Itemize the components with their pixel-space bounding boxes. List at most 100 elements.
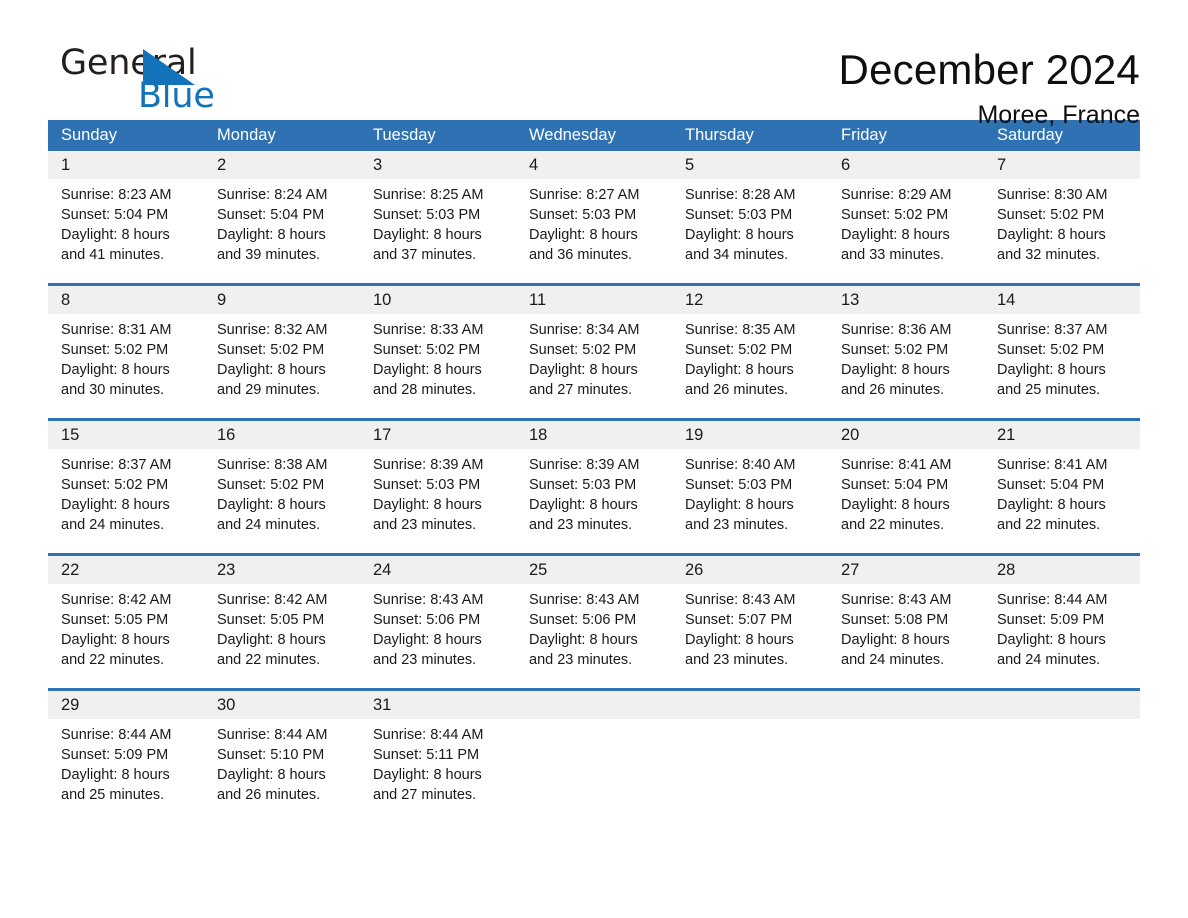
sunrise-text: Sunrise: 8:24 AM [217,187,328,203]
sunrise-text: Sunrise: 8:28 AM [685,187,796,203]
daylight-text-line1: Daylight: 8 hours [61,497,170,513]
day-details: Sunrise: 8:31 AM Sunset: 5:02 PM Daylight:… [48,314,204,400]
calendar-week-row: 15 Sunrise: 8:37 AM Sunset: 5:02 PM Dayligh… [48,418,1140,542]
day-number: 14 [984,286,1140,314]
daylight-text-line2: and 23 minutes. [373,652,477,668]
sunrise-text: Sunrise: 8:32 AM [217,322,328,338]
weekday-header-sunday: Sunday [61,126,117,144]
calendar-week-row: 8 Sunrise: 8:31 AM Sunset: 5:02 PM Daylight… [48,283,1140,407]
calendar-week-row: 29 Sunrise: 8:44 AM Sunset: 5:09 PM Dayligh… [48,688,1140,812]
daylight-text-line2: and 30 minutes. [61,382,165,398]
calendar-day-cell[interactable]: 13 Sunrise: 8:36 AM Sunset: 5:02 PM Dayligh… [828,286,984,407]
sunset-text: Sunset: 5:05 PM [61,612,169,628]
day-number: 4 [516,151,672,179]
calendar-day-cell[interactable]: 21 Sunrise: 8:41 AM Sunset: 5:04 PM Dayligh… [984,421,1140,542]
day-number: 11 [516,286,672,314]
calendar-day-cell[interactable]: 15 Sunrise: 8:37 AM Sunset: 5:02 PM Dayligh… [48,421,204,542]
sunrise-text: Sunrise: 8:43 AM [841,592,952,608]
calendar-day-cell[interactable]: 24 Sunrise: 8:43 AM Sunset: 5:06 PM Dayligh… [360,556,516,677]
daylight-text-line1: Daylight: 8 hours [61,362,170,378]
sunrise-text: Sunrise: 8:23 AM [61,187,172,203]
daylight-text-line1: Daylight: 8 hours [217,767,326,783]
sunrise-text: Sunrise: 8:38 AM [217,457,328,473]
day-number: 25 [516,556,672,584]
calendar-day-cell[interactable]: 12 Sunrise: 8:35 AM Sunset: 5:02 PM Dayligh… [672,286,828,407]
weekday-header-monday: Monday [217,126,276,144]
calendar-day-cell[interactable]: 19 Sunrise: 8:40 AM Sunset: 5:03 PM Dayligh… [672,421,828,542]
calendar-day-cell[interactable]: 29 Sunrise: 8:44 AM Sunset: 5:09 PM Dayligh… [48,691,204,812]
calendar-day-cell[interactable]: 9 Sunrise: 8:32 AM Sunset: 5:02 PM Daylight… [204,286,360,407]
sunset-text: Sunset: 5:11 PM [373,747,480,763]
daylight-text-line2: and 24 minutes. [997,652,1101,668]
calendar-day-cell[interactable]: 4 Sunrise: 8:27 AM Sunset: 5:03 PM Daylight… [516,151,672,272]
sunset-text: Sunset: 5:02 PM [529,342,637,358]
day-details [828,719,984,725]
calendar-day-cell[interactable]: 25 Sunrise: 8:43 AM Sunset: 5:06 PM Dayligh… [516,556,672,677]
daylight-text-line2: and 22 minutes. [841,517,945,533]
calendar-day-cell-empty [516,691,672,812]
day-details: Sunrise: 8:28 AM Sunset: 5:03 PM Daylight:… [672,179,828,265]
daylight-text-line1: Daylight: 8 hours [841,632,950,648]
day-number: 27 [828,556,984,584]
calendar-day-cell[interactable]: 28 Sunrise: 8:44 AM Sunset: 5:09 PM Dayligh… [984,556,1140,677]
calendar-day-cell[interactable]: 17 Sunrise: 8:39 AM Sunset: 5:03 PM Dayligh… [360,421,516,542]
calendar-day-cell[interactable]: 5 Sunrise: 8:28 AM Sunset: 5:03 PM Daylight… [672,151,828,272]
generalblue-logo[interactable]: General Blue [48,44,248,122]
calendar-day-cell[interactable]: 20 Sunrise: 8:41 AM Sunset: 5:04 PM Dayligh… [828,421,984,542]
day-details: Sunrise: 8:24 AM Sunset: 5:04 PM Daylight:… [204,179,360,265]
day-details: Sunrise: 8:36 AM Sunset: 5:02 PM Daylight:… [828,314,984,400]
calendar-day-cell[interactable]: 8 Sunrise: 8:31 AM Sunset: 5:02 PM Daylight… [48,286,204,407]
calendar-day-cell[interactable]: 1 Sunrise: 8:23 AM Sunset: 5:04 PM Daylight… [48,151,204,272]
day-number: 6 [828,151,984,179]
daylight-text-line1: Daylight: 8 hours [529,362,638,378]
day-number: 15 [48,421,204,449]
sunset-text: Sunset: 5:02 PM [997,207,1105,223]
day-number: 3 [360,151,516,179]
day-details: Sunrise: 8:44 AM Sunset: 5:09 PM Daylight:… [984,584,1140,670]
daylight-text-line1: Daylight: 8 hours [841,227,950,243]
day-details: Sunrise: 8:37 AM Sunset: 5:02 PM Daylight:… [48,449,204,535]
day-number: 7 [984,151,1140,179]
calendar-day-cell[interactable]: 14 Sunrise: 8:37 AM Sunset: 5:02 PM Dayligh… [984,286,1140,407]
calendar-day-cell[interactable]: 22 Sunrise: 8:42 AM Sunset: 5:05 PM Dayligh… [48,556,204,677]
weekday-header-row: Sunday Monday Tuesday Wednesday Thursday… [48,120,1140,151]
daylight-text-line1: Daylight: 8 hours [841,497,950,513]
calendar-day-cell[interactable]: 30 Sunrise: 8:44 AM Sunset: 5:10 PM Dayligh… [204,691,360,812]
calendar-day-cell[interactable]: 2 Sunrise: 8:24 AM Sunset: 5:04 PM Daylight… [204,151,360,272]
daylight-text-line2: and 29 minutes. [217,382,321,398]
daylight-text-line1: Daylight: 8 hours [373,227,482,243]
calendar-day-cell[interactable]: 26 Sunrise: 8:43 AM Sunset: 5:07 PM Dayligh… [672,556,828,677]
daylight-text-line2: and 24 minutes. [61,517,165,533]
daylight-text-line1: Daylight: 8 hours [217,632,326,648]
calendar-day-cell-empty [672,691,828,812]
daylight-text-line2: and 23 minutes. [685,517,789,533]
day-number: 30 [204,691,360,719]
sunset-text: Sunset: 5:02 PM [997,342,1105,358]
calendar-day-cell[interactable]: 18 Sunrise: 8:39 AM Sunset: 5:03 PM Dayligh… [516,421,672,542]
sunset-text: Sunset: 5:03 PM [685,207,793,223]
day-details: Sunrise: 8:42 AM Sunset: 5:05 PM Daylight:… [204,584,360,670]
calendar-day-cell[interactable]: 7 Sunrise: 8:30 AM Sunset: 5:02 PM Daylight… [984,151,1140,272]
calendar-day-cell[interactable]: 3 Sunrise: 8:25 AM Sunset: 5:03 PM Daylight… [360,151,516,272]
calendar-day-cell[interactable]: 31 Sunrise: 8:44 AM Sunset: 5:11 PM Dayligh… [360,691,516,812]
day-number: 22 [48,556,204,584]
day-number: 26 [672,556,828,584]
daylight-text-line2: and 34 minutes. [685,247,789,263]
daylight-text-line1: Daylight: 8 hours [685,227,794,243]
sunset-text: Sunset: 5:10 PM [217,747,325,763]
calendar-day-cell[interactable]: 10 Sunrise: 8:33 AM Sunset: 5:02 PM Dayligh… [360,286,516,407]
calendar-day-cell[interactable]: 16 Sunrise: 8:38 AM Sunset: 5:02 PM Dayligh… [204,421,360,542]
calendar-day-cell[interactable]: 6 Sunrise: 8:29 AM Sunset: 5:02 PM Daylight… [828,151,984,272]
daylight-text-line1: Daylight: 8 hours [373,362,482,378]
daylight-text-line2: and 32 minutes. [997,247,1101,263]
daylight-text-line1: Daylight: 8 hours [61,227,170,243]
day-number: 13 [828,286,984,314]
calendar-day-cell[interactable]: 11 Sunrise: 8:34 AM Sunset: 5:02 PM Dayligh… [516,286,672,407]
sunrise-text: Sunrise: 8:43 AM [373,592,484,608]
day-number: 17 [360,421,516,449]
calendar-day-cell[interactable]: 27 Sunrise: 8:43 AM Sunset: 5:08 PM Dayligh… [828,556,984,677]
sunset-text: Sunset: 5:02 PM [685,342,793,358]
calendar-day-cell[interactable]: 23 Sunrise: 8:42 AM Sunset: 5:05 PM Dayligh… [204,556,360,677]
sunrise-text: Sunrise: 8:39 AM [529,457,640,473]
daylight-text-line2: and 22 minutes. [217,652,321,668]
